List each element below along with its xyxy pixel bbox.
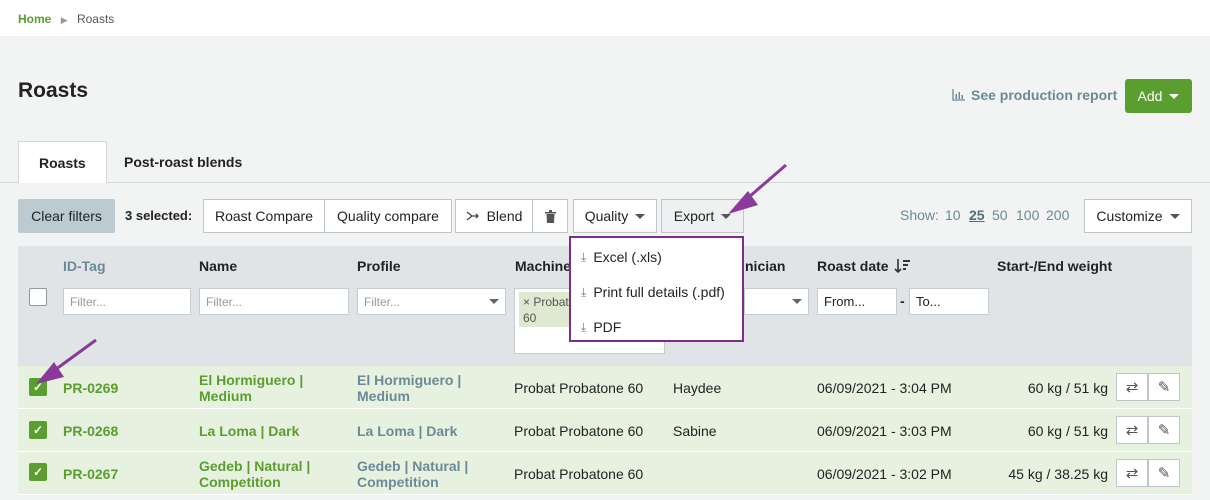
annotation-arrow-export bbox=[728, 163, 787, 214]
annotation-arrow-checkbox bbox=[36, 338, 97, 384]
annotation-arrows bbox=[36, 163, 787, 384]
